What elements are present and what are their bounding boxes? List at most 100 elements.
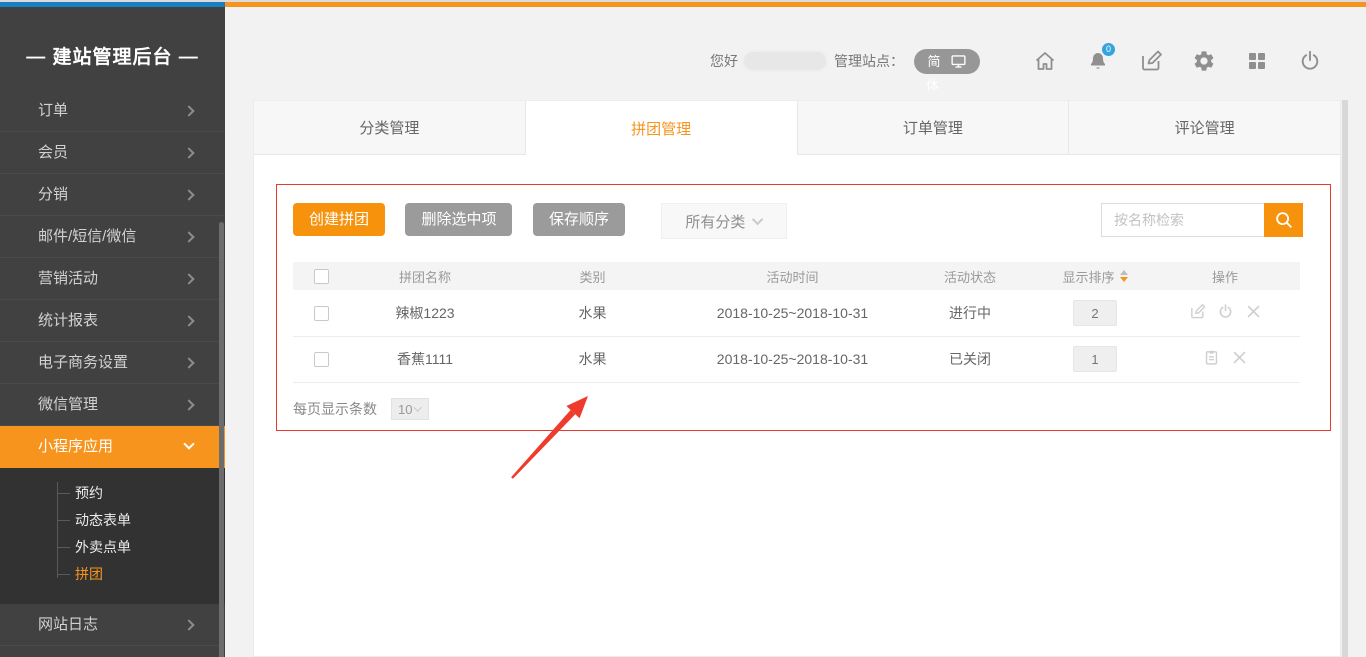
search-input[interactable]	[1101, 203, 1264, 237]
cell-category: 水果	[500, 290, 685, 336]
search-button[interactable]	[1264, 203, 1303, 237]
username-redacted	[744, 52, 826, 70]
settings-gear-icon[interactable]	[1192, 49, 1216, 73]
chevron-right-icon	[183, 231, 194, 242]
cell-category: 水果	[500, 336, 685, 382]
sort-toggle-icon[interactable]	[1120, 270, 1128, 282]
sidebar-subitem-label: 预约	[75, 485, 103, 501]
notifications-bell-icon[interactable]: 0	[1086, 49, 1110, 73]
sort-asc-icon	[1120, 270, 1128, 275]
groupbuy-table: 拼团名称 类别 活动时间 活动状态 显示排序 操作 辣椒1223 水果 2018…	[293, 262, 1300, 383]
sidebar-item-label: 电子商务设置	[38, 354, 128, 371]
content-scrollbar[interactable]	[1342, 100, 1348, 657]
sidebar-subitem-takeout-order[interactable]: 外卖点单	[0, 534, 225, 561]
tab-order-management[interactable]: 订单管理	[798, 100, 1070, 155]
per-page-value: 10	[398, 402, 412, 417]
sort-value-box[interactable]: 1	[1073, 346, 1117, 372]
logout-power-icon[interactable]	[1298, 49, 1322, 73]
chevron-right-icon	[183, 189, 194, 200]
chevron-right-icon	[183, 357, 194, 368]
sort-value-box[interactable]: 2	[1073, 300, 1117, 326]
chevron-right-icon	[183, 273, 194, 284]
sidebar-subitem-label: 外卖点单	[75, 539, 131, 555]
select-all-checkbox[interactable]	[314, 269, 329, 284]
monitor-icon	[950, 53, 967, 70]
row-checkbox[interactable]	[314, 306, 329, 321]
sidebar-item-distribution[interactable]: 分销	[0, 174, 225, 216]
sidebar-item-label: 分销	[38, 186, 68, 203]
cell-name: 香蕉1111	[350, 336, 500, 382]
cell-status: 已关闭	[900, 336, 1040, 382]
cell-name: 辣椒1223	[350, 290, 500, 336]
cell-time: 2018-10-25~2018-10-31	[685, 336, 900, 382]
sidebar-subitem-groupbuy[interactable]: 拼团	[0, 561, 225, 588]
toolbar: 创建拼团 删除选中项 保存顺序 所有分类	[293, 203, 1303, 239]
notification-badge: 0	[1102, 43, 1115, 56]
clipboard-icon[interactable]	[1203, 349, 1220, 366]
sidebar-item-label: 统计报表	[38, 312, 98, 329]
sidebar-item-label: 营销活动	[38, 270, 98, 287]
site-switcher-pill[interactable]: 简 体	[914, 49, 980, 74]
column-header-operations: 操作	[1150, 262, 1300, 290]
sidebar-item-label: 订单	[38, 102, 68, 119]
tab-comment-management[interactable]: 评论管理	[1069, 100, 1340, 155]
table-row: 辣椒1223 水果 2018-10-25~2018-10-31 进行中 2	[293, 290, 1300, 336]
tab-bar: 分类管理 拼团管理 订单管理 评论管理	[254, 100, 1340, 155]
sidebar-item-orders-clipped[interactable]: 订单	[0, 99, 225, 132]
sidebar-subitem-dynamic-forms[interactable]: 动态表单	[0, 507, 225, 534]
sort-desc-icon	[1120, 277, 1128, 282]
sidebar-item-ecommerce-settings[interactable]: 电子商务设置	[0, 342, 225, 384]
chevron-right-icon	[183, 105, 194, 116]
sidebar-item-label: 小程序应用	[38, 438, 113, 455]
tab-category-management[interactable]: 分类管理	[254, 100, 526, 155]
chevron-right-icon	[183, 619, 194, 630]
sidebar-item-site-logs[interactable]: 网站日志	[0, 604, 225, 646]
per-page-select[interactable]: 10	[391, 398, 429, 420]
delete-icon[interactable]	[1231, 349, 1248, 366]
sidebar-item-wechat-management[interactable]: 微信管理	[0, 384, 225, 426]
apps-grid-icon[interactable]	[1245, 49, 1269, 73]
table-header-row: 拼团名称 类别 活动时间 活动状态 显示排序 操作	[293, 262, 1300, 290]
search-icon	[1273, 209, 1295, 231]
sidebar-subitem-label: 动态表单	[75, 512, 131, 528]
edit-icon[interactable]	[1189, 303, 1206, 320]
top-accent-strip	[0, 0, 1366, 7]
chevron-down-icon	[183, 438, 194, 449]
sidebar-menu: 订单 会员 分销 邮件/短信/微信 营销活动 统计报表 电子商务设置 微信管理 …	[0, 99, 225, 646]
edit-icon[interactable]	[1139, 49, 1163, 73]
table-row: 香蕉1111 水果 2018-10-25~2018-10-31 已关闭 1	[293, 336, 1300, 382]
delete-icon[interactable]	[1245, 303, 1262, 320]
lang-char-overflow: 体	[926, 75, 939, 94]
create-groupbuy-button[interactable]: 创建拼团	[293, 203, 385, 236]
column-header-category: 类别	[500, 262, 685, 290]
manage-site-label: 管理站点：	[834, 51, 904, 71]
app-title: — 建站管理后台 —	[0, 42, 225, 69]
category-filter-dropdown[interactable]: 所有分类	[661, 203, 787, 239]
sidebar-scrollbar[interactable]	[219, 222, 224, 657]
delete-selected-button[interactable]: 删除选中项	[405, 203, 512, 236]
sidebar-item-miniprogram-apps[interactable]: 小程序应用	[0, 426, 225, 468]
column-header-time: 活动时间	[685, 262, 900, 290]
sidebar-item-reports[interactable]: 统计报表	[0, 300, 225, 342]
save-order-button[interactable]: 保存顺序	[533, 203, 625, 236]
sidebar-subitem-booking[interactable]: 预约	[0, 480, 225, 507]
cell-time: 2018-10-25~2018-10-31	[685, 290, 900, 336]
topbar: 您好 管理站点： 简 体 0	[225, 7, 1366, 100]
sidebar-item-marketing[interactable]: 营销活动	[0, 258, 225, 300]
sidebar-item-label: 会员	[38, 144, 68, 161]
per-page-control: 每页显示条数 10	[293, 398, 429, 420]
sidebar-item-mail-sms-wechat[interactable]: 邮件/短信/微信	[0, 216, 225, 258]
sidebar: — 建站管理后台 — 订单 会员 分销 邮件/短信/微信 营销活动 统计报表 电…	[0, 7, 225, 657]
sidebar-subitem-label: 拼团	[75, 566, 103, 582]
power-icon[interactable]	[1217, 303, 1234, 320]
chevron-right-icon	[183, 315, 194, 326]
chevron-down-icon	[752, 214, 763, 225]
column-header-name: 拼团名称	[350, 262, 500, 290]
home-icon[interactable]	[1033, 49, 1057, 73]
column-header-status: 活动状态	[900, 262, 1040, 290]
tab-groupbuy-management[interactable]: 拼团管理	[526, 100, 798, 155]
row-checkbox[interactable]	[314, 352, 329, 367]
sidebar-item-members[interactable]: 会员	[0, 132, 225, 174]
greeting-text: 您好	[710, 51, 738, 71]
per-page-label: 每页显示条数	[293, 399, 377, 419]
